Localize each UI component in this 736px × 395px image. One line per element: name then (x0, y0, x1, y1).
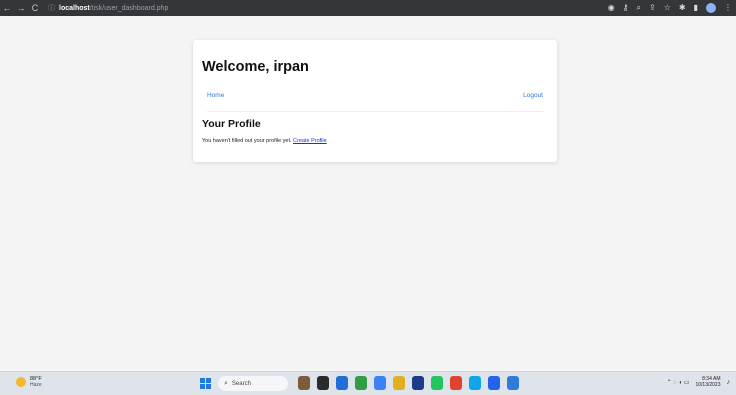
back-button[interactable]: ← (0, 0, 14, 16)
store-icon[interactable] (412, 376, 424, 390)
system-tray: ⌃ ◌ ◖ ▭ 8:34 AM 10/13/2023 ♪ (667, 376, 730, 388)
browser-toolbar: ← → C ⓘ localhost /tisk/user_dashboard.p… (0, 0, 736, 16)
files-icon[interactable] (298, 376, 310, 390)
share-icon[interactable]: ⇪ (649, 0, 656, 16)
vscode-icon[interactable] (507, 376, 519, 390)
menu-icon[interactable]: ⋮ (724, 0, 732, 16)
taskbar-search[interactable]: ⌕ Search (218, 376, 288, 391)
windows-start-icon[interactable] (200, 378, 211, 389)
edge-icon[interactable] (469, 376, 481, 390)
paint-icon[interactable] (374, 376, 386, 390)
url-path: /tisk/user_dashboard.php (89, 4, 169, 12)
chrome-profile-icon[interactable] (431, 376, 443, 390)
forward-button[interactable]: → (14, 0, 28, 16)
home-link[interactable]: Home (207, 92, 224, 99)
outlook-icon[interactable] (488, 376, 500, 390)
sidepanel-icon[interactable]: ▮ (694, 0, 698, 16)
chat-icon[interactable] (336, 376, 348, 390)
google-lens-icon[interactable]: ◉ (608, 0, 615, 16)
clock-date: 10/13/2023 (695, 382, 721, 388)
dashboard-nav: Home Logout (207, 92, 543, 112)
extensions-icon[interactable]: ✱ (679, 0, 686, 16)
dashboard-card: Welcome, irpan Home Logout Your Profile … (193, 40, 557, 162)
reload-button[interactable]: C (28, 0, 42, 16)
logout-link[interactable]: Logout (523, 92, 543, 99)
folder-icon[interactable] (393, 376, 405, 390)
tray-icons[interactable]: ⌃ ◌ ◖ ▭ (667, 379, 690, 386)
profile-avatar-icon[interactable] (706, 3, 716, 13)
weather-widget[interactable]: 88°F Haze (16, 376, 42, 388)
page-viewport: Welcome, irpan Home Logout Your Profile … (0, 16, 736, 371)
browser-actions: ◉ ⚷ ⌕ ⇪ ☆ ✱ ▮ ⋮ (608, 0, 732, 16)
explorer-icon[interactable] (317, 376, 329, 390)
address-bar[interactable]: ⓘ localhost /tisk/user_dashboard.php (48, 2, 608, 14)
search-label: Search (231, 380, 251, 387)
search-icon: ⌕ (224, 379, 228, 387)
clock[interactable]: 8:34 AM 10/13/2023 (695, 376, 720, 388)
profile-heading: Your Profile (202, 118, 261, 130)
page-title: Welcome, irpan (202, 59, 309, 75)
zoom-icon[interactable]: ⌕ (637, 0, 641, 16)
notification-icon[interactable]: ♪ (727, 379, 731, 386)
sun-haze-icon (16, 377, 26, 387)
chrome-icon[interactable] (355, 376, 367, 390)
site-info-icon[interactable]: ⓘ (48, 3, 55, 13)
star-icon[interactable]: ☆ (664, 0, 671, 16)
profile-message: You haven't filled out your profile yet.… (202, 138, 327, 144)
url-host: localhost (59, 4, 90, 12)
pinned-apps (298, 376, 519, 390)
create-profile-link[interactable]: Create Profile (293, 138, 327, 144)
weather-condition: Haze (30, 382, 42, 388)
key-icon[interactable]: ⚷ (623, 0, 629, 16)
taskbar: 88°F Haze ⌕ Search ⌃ ◌ ◖ ▭ 8:34 AM 10/13… (0, 371, 736, 395)
profile-message-text: You haven't filled out your profile yet. (202, 138, 292, 144)
chrome-icon-2[interactable] (450, 376, 462, 390)
